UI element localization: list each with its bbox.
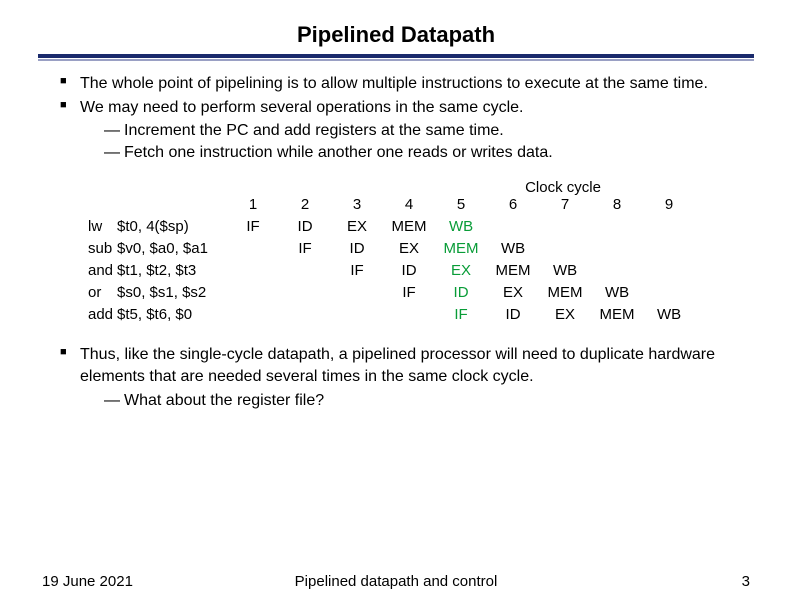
stage-cell bbox=[539, 240, 591, 262]
stage-cell: EX bbox=[383, 240, 435, 262]
stage-cell: IF bbox=[331, 262, 383, 284]
bullet-2-sub: Increment the PC and add registers at th… bbox=[92, 120, 750, 163]
stage-cell bbox=[643, 218, 695, 240]
instr-args: $v0, $a0, $a1 bbox=[117, 240, 227, 262]
stage-cell bbox=[643, 262, 695, 284]
bullet-2: We may need to perform several operation… bbox=[64, 97, 750, 164]
pipeline-tbody: 123456789lw$t0, 4($sp)IFIDEXMEMWBsub$v0,… bbox=[76, 196, 695, 328]
stage-cell: MEM bbox=[591, 306, 643, 328]
table-row: add$t5, $t6, $0 IFIDEXMEMWB bbox=[76, 306, 695, 328]
stage-cell: ID bbox=[383, 262, 435, 284]
pipeline-table-block: Clock cycle 123456789lw$t0, 4($sp)IFIDEX… bbox=[76, 179, 750, 328]
instr-args: $t1, $t2, $t3 bbox=[117, 262, 227, 284]
bullet-3: Thus, like the single-cycle datapath, a … bbox=[64, 344, 750, 411]
cycle-header-2: 2 bbox=[279, 196, 331, 218]
stage-cell: EX bbox=[435, 262, 487, 284]
stage-cell: MEM bbox=[435, 240, 487, 262]
instr-op: or bbox=[76, 284, 117, 306]
instr-args: $t0, 4($sp) bbox=[117, 218, 227, 240]
bullet-list-top: The whole point of pipelining is to allo… bbox=[42, 73, 750, 163]
instr-op: add bbox=[76, 306, 117, 328]
instr-op: sub bbox=[76, 240, 117, 262]
title-underline bbox=[38, 54, 754, 61]
stage-cell bbox=[227, 306, 279, 328]
stage-cell bbox=[643, 284, 695, 306]
footer: 19 June 2021 Pipelined datapath and cont… bbox=[42, 573, 750, 590]
cycle-header-1: 1 bbox=[227, 196, 279, 218]
stage-cell: ID bbox=[279, 218, 331, 240]
stage-cell bbox=[227, 284, 279, 306]
stage-cell bbox=[279, 284, 331, 306]
stage-cell: EX bbox=[539, 306, 591, 328]
instr-args: $s0, $s1, $s2 bbox=[117, 284, 227, 306]
cycle-header-9: 9 bbox=[643, 196, 695, 218]
bullet-3-text: Thus, like the single-cycle datapath, a … bbox=[80, 346, 715, 385]
table-row: lw$t0, 4($sp)IFIDEXMEMWB bbox=[76, 218, 695, 240]
instr-op: lw bbox=[76, 218, 117, 240]
stage-cell: WB bbox=[643, 306, 695, 328]
stage-cell: MEM bbox=[487, 262, 539, 284]
bullet-1: The whole point of pipelining is to allo… bbox=[64, 73, 750, 95]
stage-cell: WB bbox=[487, 240, 539, 262]
pipeline-table: 123456789lw$t0, 4($sp)IFIDEXMEMWBsub$v0,… bbox=[76, 196, 695, 328]
footer-center: Pipelined datapath and control bbox=[42, 573, 750, 590]
stage-cell: ID bbox=[435, 284, 487, 306]
stage-cell bbox=[331, 284, 383, 306]
stage-cell: WB bbox=[539, 262, 591, 284]
stage-cell bbox=[279, 306, 331, 328]
stage-cell: WB bbox=[435, 218, 487, 240]
page-title: Pipelined Datapath bbox=[42, 22, 750, 48]
bullet-2b: Fetch one instruction while another one … bbox=[110, 142, 750, 164]
stage-cell bbox=[279, 262, 331, 284]
stage-cell bbox=[591, 240, 643, 262]
stage-cell bbox=[591, 218, 643, 240]
bullet-2-text: We may need to perform several operation… bbox=[80, 99, 523, 116]
cycle-header-6: 6 bbox=[487, 196, 539, 218]
stage-cell: WB bbox=[591, 284, 643, 306]
stage-cell: MEM bbox=[539, 284, 591, 306]
stage-cell bbox=[643, 240, 695, 262]
footer-date: 19 June 2021 bbox=[42, 573, 133, 590]
bullet-3-sub: What about the register file? bbox=[92, 390, 750, 412]
stage-cell bbox=[227, 240, 279, 262]
stage-cell: IF bbox=[227, 218, 279, 240]
table-row: sub$v0, $a0, $a1 IFIDEXMEMWB bbox=[76, 240, 695, 262]
stage-cell bbox=[591, 262, 643, 284]
stage-cell bbox=[487, 218, 539, 240]
stage-cell: ID bbox=[331, 240, 383, 262]
stage-cell bbox=[539, 218, 591, 240]
instr-op: and bbox=[76, 262, 117, 284]
cycle-header-4: 4 bbox=[383, 196, 435, 218]
stage-cell bbox=[383, 306, 435, 328]
cycle-header-5: 5 bbox=[435, 196, 487, 218]
stage-cell bbox=[227, 262, 279, 284]
cycle-header-3: 3 bbox=[331, 196, 383, 218]
cycle-header-row: 123456789 bbox=[76, 196, 695, 218]
cycle-header-7: 7 bbox=[539, 196, 591, 218]
bullet-3a: What about the register file? bbox=[110, 390, 750, 412]
slide: Pipelined Datapath The whole point of pi… bbox=[0, 0, 792, 612]
stage-cell bbox=[331, 306, 383, 328]
stage-cell: IF bbox=[279, 240, 331, 262]
cycle-header-8: 8 bbox=[591, 196, 643, 218]
bullet-list-bottom: Thus, like the single-cycle datapath, a … bbox=[42, 344, 750, 411]
table-row: and$t1, $t2, $t3 IFIDEXMEMWB bbox=[76, 262, 695, 284]
stage-cell: EX bbox=[487, 284, 539, 306]
footer-page: 3 bbox=[742, 573, 750, 590]
clock-cycle-label: Clock cycle bbox=[376, 179, 750, 196]
stage-cell: EX bbox=[331, 218, 383, 240]
stage-cell: IF bbox=[383, 284, 435, 306]
stage-cell: MEM bbox=[383, 218, 435, 240]
instr-args: $t5, $t6, $0 bbox=[117, 306, 227, 328]
stage-cell: ID bbox=[487, 306, 539, 328]
stage-cell: IF bbox=[435, 306, 487, 328]
table-row: or$s0, $s1, $s2 IFIDEXMEMWB bbox=[76, 284, 695, 306]
bullet-2a: Increment the PC and add registers at th… bbox=[110, 120, 750, 142]
